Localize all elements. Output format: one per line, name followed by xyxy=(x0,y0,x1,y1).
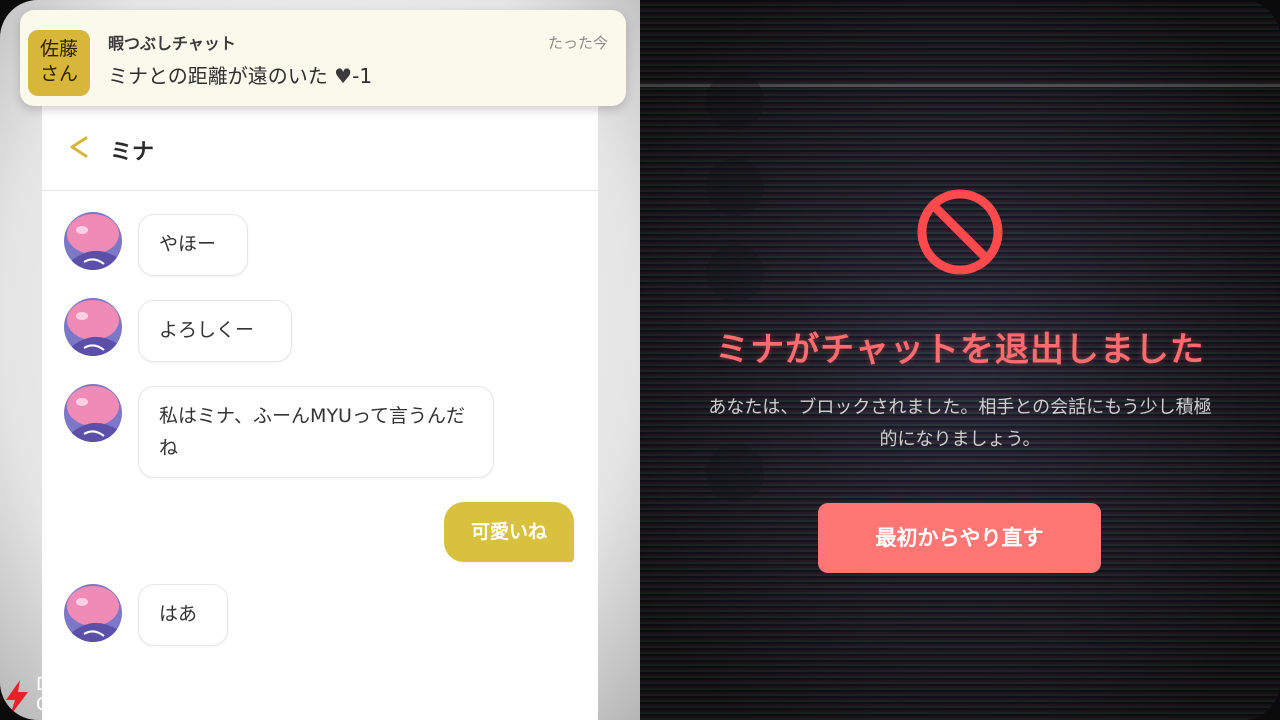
heart-icon: ♥ xyxy=(334,64,353,88)
my-message-bubble: 可愛いね xyxy=(444,502,574,562)
heart-change: -1 xyxy=(352,64,373,88)
message-bubble: よろしくー xyxy=(138,300,292,362)
avatar[interactable] xyxy=(64,584,122,642)
notification-time: たった今 xyxy=(547,34,608,52)
chat-panel: ミナ やほー よろしくー 私はミナ、ふーんMYUって言うんだね 可愛いね はあ xyxy=(42,104,598,720)
message-bubble: やほー xyxy=(138,214,248,276)
blocked-overlay: ミナがチャットを退出しました あなたは、ブロックされました。相手との会話にもう少… xyxy=(640,0,1280,720)
watermark-line2: ONLINE xyxy=(36,694,104,715)
game-screen: ミナ やほー よろしくー 私はミナ、ふーんMYUって言うんだね 可愛いね はあ … xyxy=(0,0,1280,720)
notification-banner[interactable]: 佐藤 さん 暇つぶしチャット たった今 ミナとの距離が遠のいた ♥-1 xyxy=(20,10,626,106)
chat-header: ミナ xyxy=(42,104,598,191)
avatar[interactable] xyxy=(64,212,122,270)
message-bubble: はあ xyxy=(138,584,228,646)
notification-message: ミナとの距離が遠のいた ♥-1 xyxy=(108,64,373,88)
restart-button[interactable]: 最初からやり直す xyxy=(818,503,1101,573)
sender-avatar: 佐藤 さん xyxy=(28,30,90,96)
lightning-logo-icon xyxy=(6,680,28,716)
message-bubble: 私はミナ、ふーんMYUって言うんだね xyxy=(138,386,494,478)
chat-partner-name: ミナ xyxy=(110,140,155,165)
notification-app-name: 暇つぶしチャット xyxy=(108,34,236,53)
blocked-description: あなたは、ブロックされました。相手との会話にもう少し積極的になりましょう。 xyxy=(708,397,1212,450)
dengeki-online-watermark: DENGEKI ONLINE xyxy=(0,674,130,720)
chat-app-area: ミナ やほー よろしくー 私はミナ、ふーんMYUって言うんだね 可愛いね はあ … xyxy=(0,0,640,720)
avatar[interactable] xyxy=(64,384,122,442)
avatar[interactable] xyxy=(64,298,122,356)
prohibited-icon xyxy=(917,189,1003,275)
left-chat-title: ミナがチャットを退出しました xyxy=(715,330,1205,370)
chevron-left-icon[interactable] xyxy=(64,132,94,162)
watermark-line1: DENGEKI xyxy=(36,674,118,695)
